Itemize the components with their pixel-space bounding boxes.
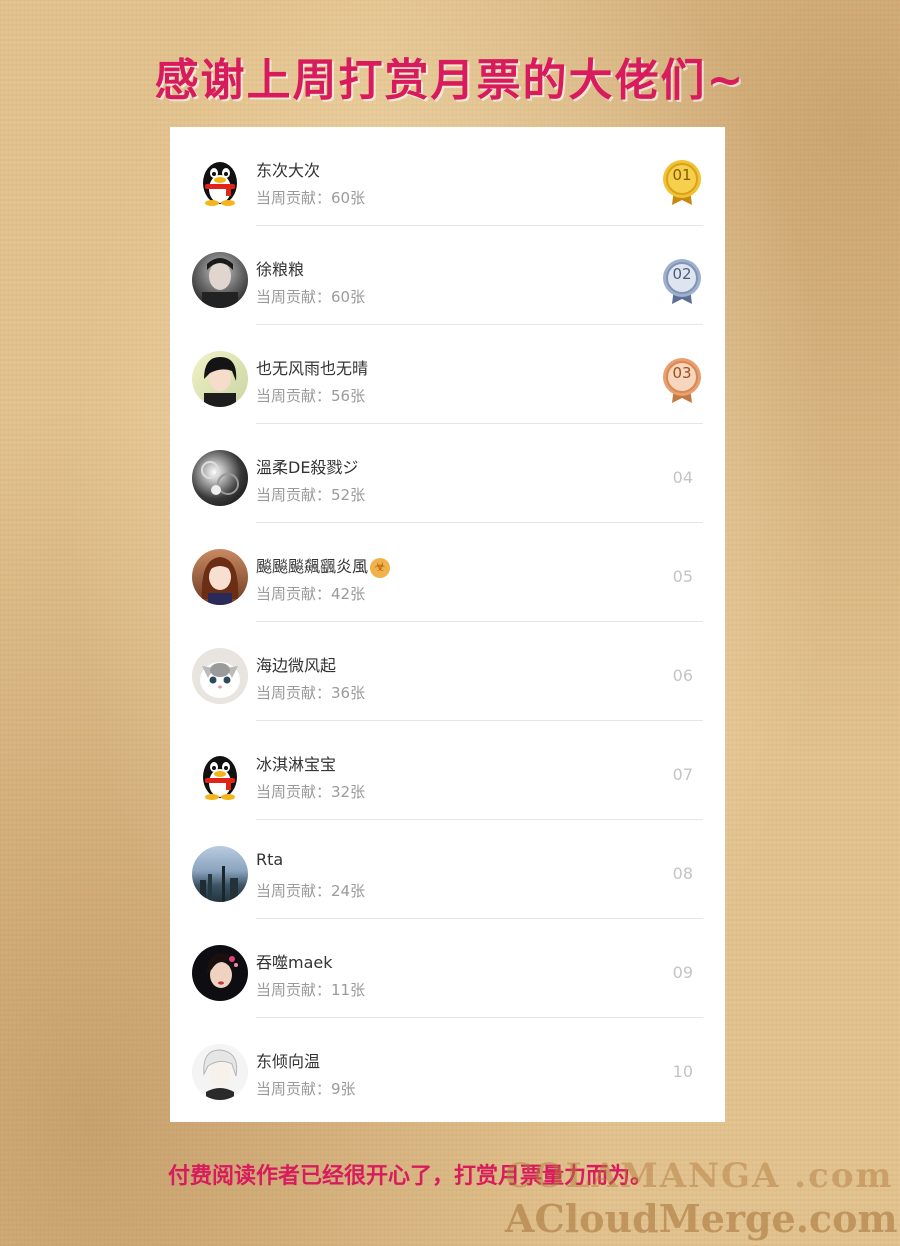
avatar[interactable] [192, 549, 248, 605]
rank-number: 03 [672, 364, 692, 382]
user-name: Rta [256, 850, 284, 869]
avatar[interactable] [192, 450, 248, 506]
contribution-count: 当周贡献：11张 [256, 981, 366, 999]
page-title: 感谢上周打赏月票的大佬们~ [154, 55, 746, 106]
anime-girl [201, 557, 239, 605]
avatar[interactable] [192, 252, 248, 308]
avatar[interactable] [192, 846, 248, 902]
rank-number: 10 [672, 1062, 693, 1081]
contribution-count: 当周贡献：36张 [256, 684, 366, 702]
anime-boy [204, 357, 237, 407]
user-name: 飈飈飈飆颻炎風 ☣ [256, 553, 391, 578]
silver-medal-icon: 02 [662, 258, 702, 306]
user-name: 吞噬maek [256, 953, 333, 972]
rank-number: 05 [672, 567, 693, 586]
rank-number: 06 [672, 666, 693, 685]
list-item[interactable]: 东倾向温 当周贡献：9张 10 [170, 1018, 725, 1117]
watermark-acloudmerge: ACloudMerge.com [505, 1196, 898, 1241]
rank-number: 01 [672, 166, 692, 184]
avatar[interactable] [192, 945, 248, 1001]
contribution-count: 当周贡献：42张 [256, 585, 366, 603]
kitten [200, 662, 240, 698]
contribution-count: 当周贡献：60张 [256, 189, 366, 207]
list-item[interactable]: 冰淇淋宝宝 当周贡献：32张 07 [170, 721, 725, 820]
dark-pattern [201, 461, 239, 495]
list-item[interactable]: Rta 当周贡献：24张 08 [170, 820, 725, 919]
biohazard-badge-icon: ☣ [370, 557, 391, 578]
list-item[interactable]: 也无风雨也无晴 当周贡献：56张 03 [170, 325, 725, 424]
contribution-count: 当周贡献：56张 [256, 387, 366, 405]
user-name: 也无风雨也无晴 [256, 359, 369, 378]
avatar[interactable] [192, 351, 248, 407]
list-item[interactable]: 溫柔DE殺戮ジ 当周贡献：52张 04 [170, 424, 725, 523]
contribution-count: 当周贡献：9张 [256, 1080, 356, 1098]
user-name-text: 飈飈飈飆颻炎風 [256, 557, 369, 576]
gold-medal-icon: 01 [662, 159, 702, 207]
bronze-medal-icon: 03 [662, 357, 702, 405]
qq-penguin-icon [203, 162, 237, 206]
rank-number: 02 [672, 265, 692, 283]
user-name: 海边微风起 [256, 656, 337, 675]
contribution-count: 当周贡献：24张 [256, 882, 366, 900]
white-hair-boy [203, 1049, 238, 1100]
city-skyline [200, 866, 238, 902]
avatar[interactable] [192, 648, 248, 704]
contribution-count: 当周贡献：52张 [256, 486, 366, 504]
portrait-man [202, 258, 238, 308]
qq-penguin-icon [203, 756, 237, 800]
list-item[interactable]: 徐粮粮 当周贡献：60张 02 [170, 226, 725, 325]
watermark-colamanga: COLAMANGA .com [505, 1156, 894, 1196]
avatar[interactable] [192, 153, 248, 209]
ranking-list: 东次大次 当周贡献：60张 01 徐粮粮 当周贡献：60张 02 也无风雨也无晴… [170, 127, 725, 1122]
rank-number: 04 [672, 468, 693, 487]
woman-portrait [206, 953, 238, 988]
user-name: 溫柔DE殺戮ジ [256, 458, 359, 477]
user-name: 东倾向温 [256, 1052, 321, 1071]
contribution-count: 当周贡献：32张 [256, 783, 366, 801]
rank-number: 09 [672, 963, 693, 982]
avatar[interactable] [192, 747, 248, 803]
user-name: 徐粮粮 [256, 260, 305, 279]
user-name: 冰淇淋宝宝 [256, 755, 337, 774]
avatar[interactable] [192, 1044, 248, 1100]
list-item[interactable]: 东次大次 当周贡献：60张 01 [170, 127, 725, 226]
rank-number: 08 [672, 864, 693, 883]
rank-number: 07 [672, 765, 693, 784]
list-item[interactable]: 吞噬maek 当周贡献：11张 09 [170, 919, 725, 1018]
list-item[interactable]: 海边微风起 当周贡献：36张 06 [170, 622, 725, 721]
list-item[interactable]: 飈飈飈飆颻炎風 ☣ 当周贡献：42张 05 [170, 523, 725, 622]
contribution-count: 当周贡献：60张 [256, 288, 366, 306]
user-name: 东次大次 [256, 161, 321, 180]
